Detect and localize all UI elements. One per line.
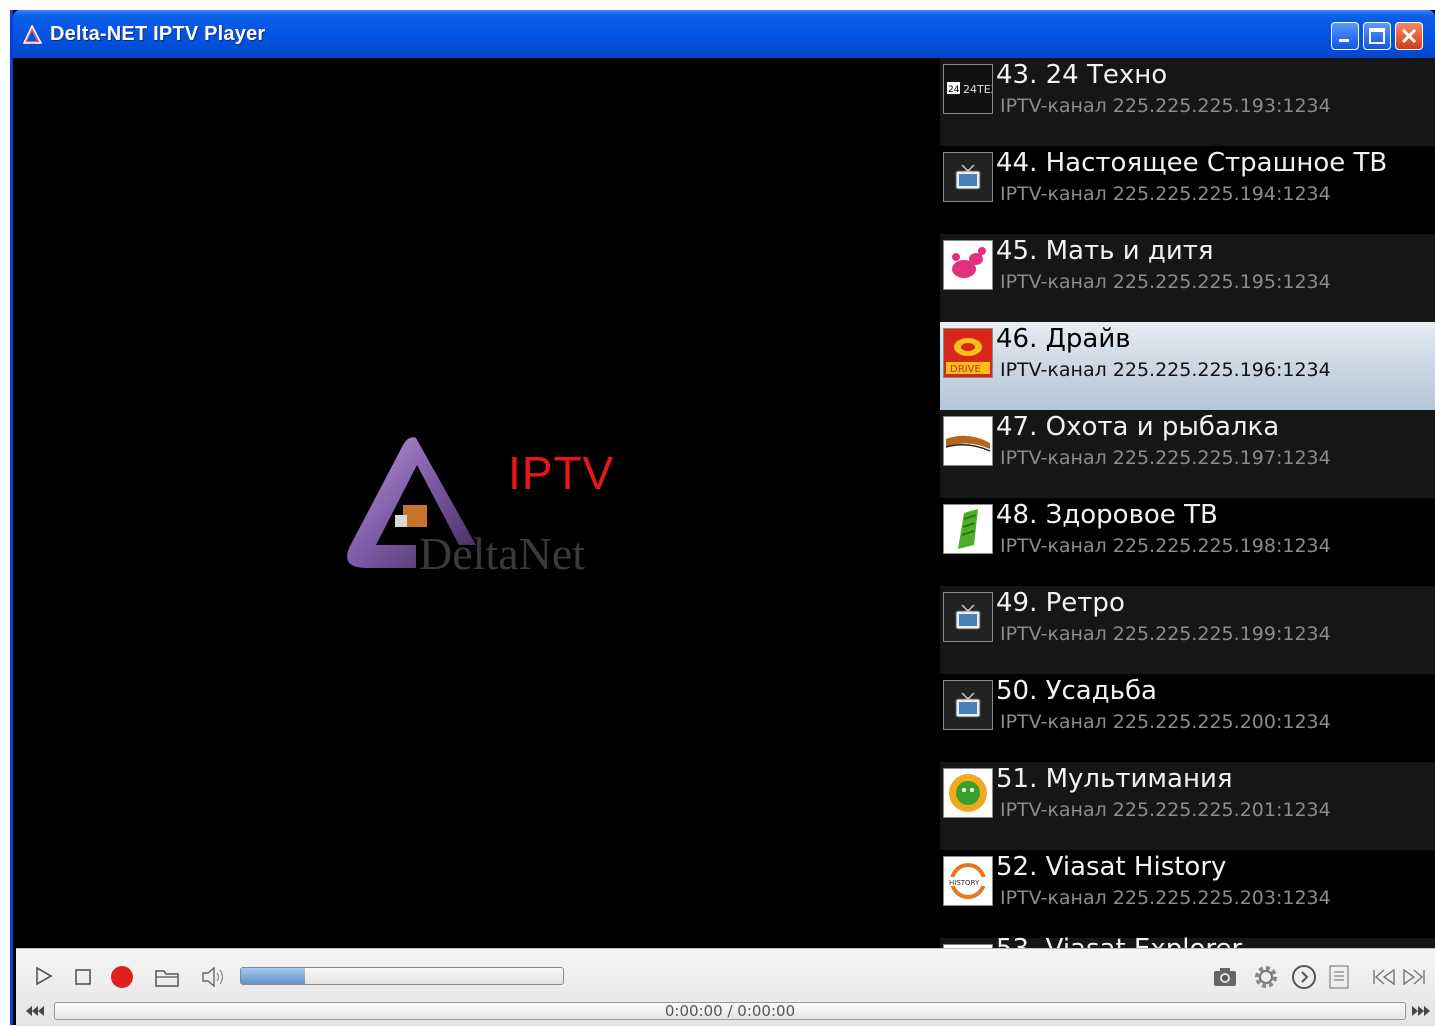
channel-title: 44. Настоящее Страшное ТВ <box>996 148 1388 178</box>
playlist-icon[interactable] <box>1327 963 1351 991</box>
channel-title: 46. Драйв <box>996 324 1131 354</box>
maximize-icon <box>1369 28 1385 44</box>
title-bar[interactable]: Delta-NET IPTV Player <box>13 10 1435 58</box>
prev-track-icon[interactable] <box>1371 967 1397 987</box>
playlist-item[interactable]: 44. Настоящее Страшное ТВ IPTV-канал 225… <box>940 146 1435 234</box>
playlist-item[interactable]: HISTORY 52. Viasat History IPTV-канал 22… <box>940 850 1435 938</box>
channel-playlist[interactable]: 2424TEX 43. 24 Техно IPTV-канал 225.225.… <box>938 58 1435 948</box>
channel-title: 50. Усадьба <box>996 676 1157 706</box>
playlist-item[interactable]: 47. Охота и рыбалка IPTV-канал 225.225.2… <box>940 410 1435 498</box>
multimania-logo-icon <box>943 768 993 818</box>
tv-icon <box>943 592 993 642</box>
channel-address: IPTV-канал 225.225.225.200:1234 <box>1000 711 1331 733</box>
window-title: Delta-NET IPTV Player <box>50 23 266 45</box>
drive-logo-icon: DRIVE <box>943 328 993 378</box>
control-bar: 0:00:00 / 0:00:00 <box>16 948 1435 1026</box>
fast-forward-icon[interactable] <box>1408 1004 1435 1018</box>
tv-icon <box>943 152 993 202</box>
seek-bar[interactable]: 0:00:00 / 0:00:00 <box>54 1002 1406 1020</box>
svg-text:HISTORY: HISTORY <box>949 879 980 887</box>
channel-title: 48. Здоровое ТВ <box>996 500 1218 530</box>
playlist-item[interactable]: 48. Здоровое ТВ IPTV-канал 225.225.225.1… <box>940 498 1435 586</box>
record-icon[interactable] <box>110 965 134 989</box>
mother-child-logo-icon <box>943 240 993 290</box>
tv-icon <box>943 680 993 730</box>
channel-address: IPTV-канал 225.225.225.199:1234 <box>1000 623 1331 645</box>
open-folder-icon[interactable] <box>153 965 181 989</box>
playlist-item[interactable]: 51. Мультимания IPTV-канал 225.225.225.2… <box>940 762 1435 850</box>
channel-title: 53. Viasat Explorer <box>996 934 1242 948</box>
rewind-icon[interactable] <box>24 1004 52 1018</box>
next-track-icon[interactable] <box>1401 967 1427 987</box>
svg-text:24TEX: 24TEX <box>963 83 992 96</box>
close-button[interactable] <box>1395 22 1423 50</box>
svg-text:24: 24 <box>948 85 960 95</box>
svg-text:DRIVE: DRIVE <box>950 364 981 375</box>
video-area[interactable]: IPTV DeltaNet <box>16 58 938 948</box>
app-logo-icon <box>22 25 42 44</box>
maximize-button[interactable] <box>1363 22 1391 50</box>
channel-title: 43. 24 Техно <box>996 60 1168 90</box>
player-window: Delta-NET IPTV Player IPTV DeltaNet 24 2… <box>10 10 1435 1026</box>
deltanet-logo-text: DeltaNet <box>419 528 586 579</box>
stop-icon[interactable] <box>73 967 93 987</box>
time-display: 0:00:00 / 0:00:00 <box>664 1002 796 1020</box>
channel-address: IPTV-канал 225.225.225.194:1234 <box>1000 183 1331 205</box>
channel-title: 49. Ретро <box>996 588 1125 618</box>
channel-address: IPTV-канал 225.225.225.193:1234 <box>1000 95 1331 117</box>
playlist-item[interactable]: 49. Ретро IPTV-канал 225.225.225.199:123… <box>940 586 1435 674</box>
minimize-button[interactable] <box>1331 22 1359 50</box>
channel-title: 47. Охота и рыбалка <box>996 412 1280 442</box>
channel-title: 52. Viasat History <box>996 852 1227 882</box>
close-icon <box>1401 28 1417 44</box>
playlist-item[interactable]: 45. Мать и дитя IPTV-канал 225.225.225.1… <box>940 234 1435 322</box>
viasat-history-logo-icon: HISTORY <box>943 856 993 906</box>
playlist-item[interactable]: 53. Viasat Explorer <box>940 934 1435 948</box>
hunting-fishing-logo-icon <box>943 416 993 466</box>
channel-address: IPTV-канал 225.225.225.195:1234 <box>1000 271 1331 293</box>
clock-icon[interactable] <box>1290 963 1318 991</box>
volume-icon[interactable] <box>200 964 226 990</box>
playlist-item-selected[interactable]: DRIVE 46. Драйв IPTV-канал 225.225.225.1… <box>940 322 1435 410</box>
channel-address: IPTV-канал 225.225.225.196:1234 <box>1000 359 1331 381</box>
volume-fill <box>241 968 306 984</box>
channel-address: IPTV-канал 225.225.225.201:1234 <box>1000 799 1331 821</box>
playlist-item[interactable]: 50. Усадьба IPTV-канал 225.225.225.200:1… <box>940 674 1435 762</box>
channel-title: 51. Мультимания <box>996 764 1233 794</box>
volume-slider[interactable] <box>240 967 564 985</box>
channel-address: IPTV-канал 225.225.225.197:1234 <box>1000 447 1331 469</box>
play-icon[interactable] <box>33 965 55 987</box>
minimize-icon <box>1339 39 1349 42</box>
24tex-logo-icon: 2424TEX <box>943 64 993 114</box>
snapshot-icon[interactable] <box>1212 964 1238 990</box>
settings-icon[interactable] <box>1252 963 1280 991</box>
channel-address: IPTV-канал 225.225.225.203:1234 <box>1000 887 1331 909</box>
channel-title: 45. Мать и дитя <box>996 236 1214 266</box>
channel-address: IPTV-канал 225.225.225.198:1234 <box>1000 535 1331 557</box>
healthy-tv-logo-icon <box>943 504 993 554</box>
playlist-item[interactable]: 2424TEX 43. 24 Техно IPTV-канал 225.225.… <box>940 58 1435 146</box>
iptv-logo-text: IPTV <box>508 447 615 499</box>
